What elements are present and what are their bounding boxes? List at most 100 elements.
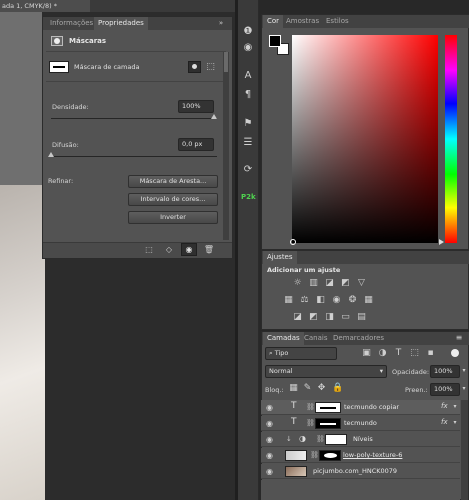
levels-icon[interactable]: ▥	[308, 278, 319, 289]
layer-row[interactable]: ◉ ↓ ◑ ⛓ Níveis	[261, 432, 460, 447]
fx-icon[interactable]: fx	[441, 402, 448, 410]
filter-shape-icon[interactable]: ⬚	[409, 348, 420, 359]
color-picker-marker[interactable]	[290, 239, 296, 245]
history-icon[interactable]: ⟳	[241, 164, 255, 176]
tab-propriedades[interactable]: Propriedades	[94, 17, 148, 30]
fill-input[interactable]: 100%	[430, 383, 460, 396]
visibility-eye-icon[interactable]: ◉	[266, 451, 273, 460]
blend-mode-select[interactable]: Normal ▾	[265, 365, 387, 378]
layer-name[interactable]: tecmundo copiar	[344, 400, 399, 415]
brightness-contrast-icon[interactable]: ☼	[292, 278, 303, 289]
layer-mask-thumbnail[interactable]	[325, 434, 347, 445]
fx-expand-icon[interactable]: ▾	[451, 417, 459, 429]
color-lookup-icon[interactable]: ▦	[363, 295, 374, 306]
feather-input[interactable]: 0,0 px	[178, 138, 214, 151]
black-white-icon[interactable]: ◧	[315, 295, 326, 306]
layer-name[interactable]: Níveis	[353, 432, 373, 447]
info-icon[interactable]: ❶	[241, 26, 255, 38]
delete-mask-icon[interactable]: 🗑	[203, 244, 215, 256]
tab-canais[interactable]: Canais	[300, 332, 332, 345]
filter-adjustment-icon[interactable]: ◑	[377, 348, 388, 359]
feather-slider-handle[interactable]	[48, 152, 54, 157]
lock-transparent-icon[interactable]: ▦	[288, 383, 299, 394]
collapse-icon[interactable]: »	[215, 17, 227, 29]
clone-source-icon[interactable]: ⚑	[241, 118, 255, 130]
layer-row[interactable]: ◉ picjumbo.com_HNCK0079	[261, 464, 460, 479]
fx-icon[interactable]: fx	[441, 418, 448, 426]
fx-expand-icon[interactable]: ▾	[451, 401, 459, 413]
filter-smart-object-icon[interactable]: ▪	[425, 348, 436, 359]
panel-menu-icon[interactable]: ≡	[452, 332, 466, 344]
filter-pixel-icon[interactable]: ▣	[361, 348, 372, 359]
select-layer-mask-icon[interactable]	[188, 61, 201, 73]
visibility-eye-icon[interactable]: ◉	[266, 403, 273, 412]
character-icon[interactable]: A	[241, 70, 255, 82]
layer-filter-select[interactable]: ⌕ Tipo	[265, 347, 337, 360]
lock-image-icon[interactable]: ✎	[302, 383, 313, 394]
tab-estilos[interactable]: Estilos	[322, 15, 353, 28]
density-slider-handle[interactable]	[211, 114, 217, 119]
layer-name[interactable]: low-poly-texture-6	[343, 448, 402, 463]
lock-position-icon[interactable]: ✥	[316, 383, 327, 394]
layer-mask-thumbnail[interactable]	[315, 402, 341, 413]
paragraph-icon[interactable]: ¶	[241, 89, 255, 101]
layer-row[interactable]: ◉ ⛓ low-poly-texture-6	[261, 448, 460, 463]
saturation-value-field[interactable]	[292, 35, 438, 243]
density-input[interactable]: 100%	[178, 100, 214, 113]
mask-edge-button[interactable]: Máscara de Aresta...	[128, 175, 218, 188]
layer-row[interactable]: ◉ T ⛓ tecmundo fx ▾	[261, 416, 460, 431]
opacity-input[interactable]: 100%	[430, 365, 460, 378]
invert-button[interactable]: Inverter	[128, 211, 218, 224]
apply-mask-icon[interactable]: ◇	[163, 244, 175, 256]
layers-scrollbar[interactable]	[461, 400, 468, 500]
layer-thumbnail[interactable]	[285, 466, 307, 477]
layer-thumbnail[interactable]	[285, 450, 307, 461]
document-tab[interactable]: ada 1, CMYK/8) *	[0, 0, 90, 12]
visibility-eye-icon[interactable]: ◉	[266, 435, 273, 444]
invert-icon[interactable]: ◪	[292, 312, 303, 323]
disable-mask-icon[interactable]: ◉	[181, 243, 197, 256]
tab-amostras[interactable]: Amostras	[282, 15, 323, 28]
filter-type-icon[interactable]: T	[393, 348, 404, 359]
brush-settings-icon[interactable]: ◉	[241, 42, 255, 54]
vector-mask-icon[interactable]: ⬚	[204, 61, 217, 73]
tab-ajustes[interactable]: Ajustes	[263, 251, 297, 264]
layer-mask-thumbnail[interactable]	[315, 418, 341, 429]
document-canvas[interactable]	[0, 185, 45, 500]
tab-cor[interactable]: Cor	[263, 15, 284, 28]
layer-row[interactable]: ◉ T ⛓ tecmundo copiar fx ▾	[261, 400, 460, 415]
load-selection-icon[interactable]: ⬚	[143, 244, 155, 256]
layer-mask-thumbnail[interactable]	[319, 450, 341, 461]
density-slider-track[interactable]	[51, 118, 217, 119]
visibility-eye-icon[interactable]: ◉	[266, 467, 273, 476]
hue-slider[interactable]	[445, 35, 457, 243]
threshold-icon[interactable]: ◨	[324, 312, 335, 323]
properties-scrollbar[interactable]	[223, 52, 229, 240]
fill-dropdown-icon[interactable]: ▾	[460, 383, 468, 395]
hue-slider-arrow[interactable]	[439, 239, 444, 245]
gradient-map-icon[interactable]: ▤	[356, 312, 367, 323]
layer-name[interactable]: tecmundo	[344, 416, 377, 431]
foreground-color-swatch[interactable]	[269, 35, 281, 47]
posterize-icon[interactable]: ◩	[308, 312, 319, 323]
tab-informacoes[interactable]: Informações	[46, 17, 97, 30]
layer-name[interactable]: picjumbo.com_HNCK0079	[313, 464, 397, 479]
lock-all-icon[interactable]: 🔒	[332, 383, 343, 394]
tab-demarcadores[interactable]: Demarcadores	[329, 332, 388, 345]
photo-filter-icon[interactable]: ◉	[331, 295, 342, 306]
adobe-icon[interactable]: P2k	[241, 191, 256, 203]
curves-icon[interactable]: ◪	[324, 278, 335, 289]
color-range-button[interactable]: Intervalo de cores...	[128, 193, 218, 206]
adjustments-icon[interactable]: ☰	[241, 137, 255, 149]
visibility-eye-icon[interactable]: ◉	[266, 419, 273, 428]
tab-camadas[interactable]: Camadas	[263, 332, 304, 345]
opacity-dropdown-icon[interactable]: ▾	[460, 365, 468, 377]
hue-saturation-icon[interactable]: ▦	[283, 295, 294, 306]
vibrance-icon[interactable]: ▽	[356, 278, 367, 289]
filter-toggle[interactable]	[451, 349, 459, 357]
channel-mixer-icon[interactable]: ❂	[347, 295, 358, 306]
color-balance-icon[interactable]: ⚖	[299, 295, 310, 306]
feather-slider-track[interactable]	[51, 156, 217, 157]
selective-color-icon[interactable]: ▭	[340, 312, 351, 323]
exposure-icon[interactable]: ◩	[340, 278, 351, 289]
